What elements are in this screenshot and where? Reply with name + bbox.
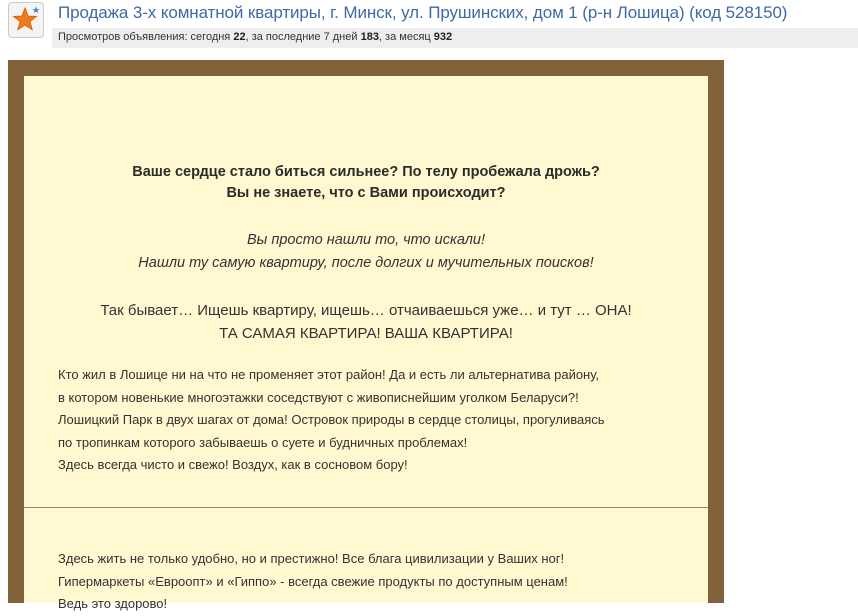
ad-heading-line: Вы не знаете, что с Вами происходит? xyxy=(226,185,506,201)
ad-frame: Ваше сердце стало биться сильнее? По тел… xyxy=(8,60,724,611)
views-stats-bar: Просмотров объявления: сегодня 22, за по… xyxy=(52,28,858,48)
views-stats: Просмотров объявления: сегодня 22, за по… xyxy=(58,31,452,43)
ad-big-line: ТА САМАЯ КВАРТИРА! ВАША КВАРТИРА! xyxy=(219,325,513,342)
listing-title[interactable]: Продажа 3-х комнатной квартиры, г. Минск… xyxy=(58,3,787,23)
star-icon xyxy=(12,6,40,31)
ad-paragraph-line: Лошицкий Парк в двух шагах от дома! Остр… xyxy=(58,412,605,427)
ad-big-block: Так бывает… Ищешь квартиру, ищешь… отчаи… xyxy=(24,299,708,345)
ad-paragraph-line: Ведь это здорово! xyxy=(58,596,168,611)
ad-description: Ваше сердце стало биться сильнее? По тел… xyxy=(24,76,708,611)
ad-big-line: Так бывает… Ищешь квартиру, ищешь… отчаи… xyxy=(100,302,632,319)
views-month: 932 xyxy=(433,31,453,43)
views-week: 183 xyxy=(360,31,379,43)
ad-paragraph-district: Кто жил в Лошице ни на что не променяет … xyxy=(58,364,605,477)
favorite-button[interactable] xyxy=(8,2,44,38)
ad-italic-block: Вы просто нашли то, что искали! Нашли ту… xyxy=(24,229,708,275)
ad-paragraph-amenities: Здесь жить не только удобно, но и прести… xyxy=(58,548,568,616)
views-month-label: , за месяц xyxy=(378,31,434,43)
divider xyxy=(24,507,708,508)
ad-paragraph-line: Гипермаркеты «Евроопт» и «Гиппо» - всегд… xyxy=(58,573,568,589)
ad-paragraph-line: Здесь всегда чисто и свежо! Воздух, как … xyxy=(58,457,408,472)
ad-paragraph-line: в котором новенькие многоэтажки соседств… xyxy=(58,389,579,405)
views-today: 22 xyxy=(233,31,246,43)
ad-heading: Ваше сердце стало биться сильнее? По тел… xyxy=(24,162,708,204)
ad-italic-line: Нашли ту самую квартиру, после долгих и … xyxy=(138,255,594,271)
views-week-label: , за последние 7 дней xyxy=(245,31,361,43)
ad-paragraph-line: Кто жил в Лошице ни на что не променяет … xyxy=(58,367,600,382)
ad-paragraph-line: Здесь жить не только удобно, но и прести… xyxy=(58,551,565,566)
ad-paragraph-line: по тропинкам которого забываешь о суете … xyxy=(58,434,468,450)
ad-heading-line: Ваше сердце стало биться сильнее? По тел… xyxy=(132,164,600,180)
listing-header: Продажа 3-х комнатной квартиры, г. Минск… xyxy=(0,0,858,50)
views-label: Просмотров объявления: сегодня xyxy=(58,31,234,43)
ad-italic-line: Вы просто нашли то, что искали! xyxy=(247,232,485,248)
